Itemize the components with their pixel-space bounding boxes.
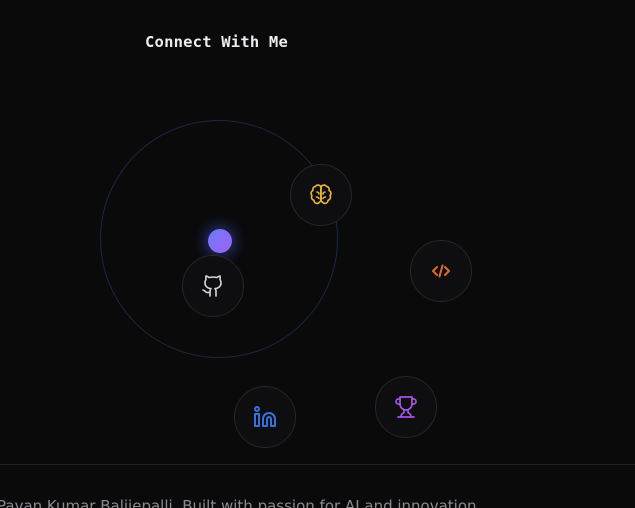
brain-icon — [309, 183, 333, 207]
page: Connect With Me Pavan Kumar Balijepalli.… — [0, 0, 635, 508]
github-icon — [201, 274, 225, 298]
github-link-button[interactable] — [182, 255, 244, 317]
section-heading: Connect With Me — [145, 33, 288, 51]
linkedin-link-button[interactable] — [234, 386, 296, 448]
linkedin-icon — [253, 405, 277, 429]
trophy-icon — [394, 395, 418, 419]
center-orb — [208, 229, 232, 253]
code-icon — [429, 259, 453, 283]
code-link-button[interactable] — [410, 240, 472, 302]
brain-link-button[interactable] — [290, 164, 352, 226]
footer-text: Pavan Kumar Balijepalli. Built with pass… — [0, 497, 482, 508]
trophy-link-button[interactable] — [375, 376, 437, 438]
footer-divider — [0, 464, 635, 465]
